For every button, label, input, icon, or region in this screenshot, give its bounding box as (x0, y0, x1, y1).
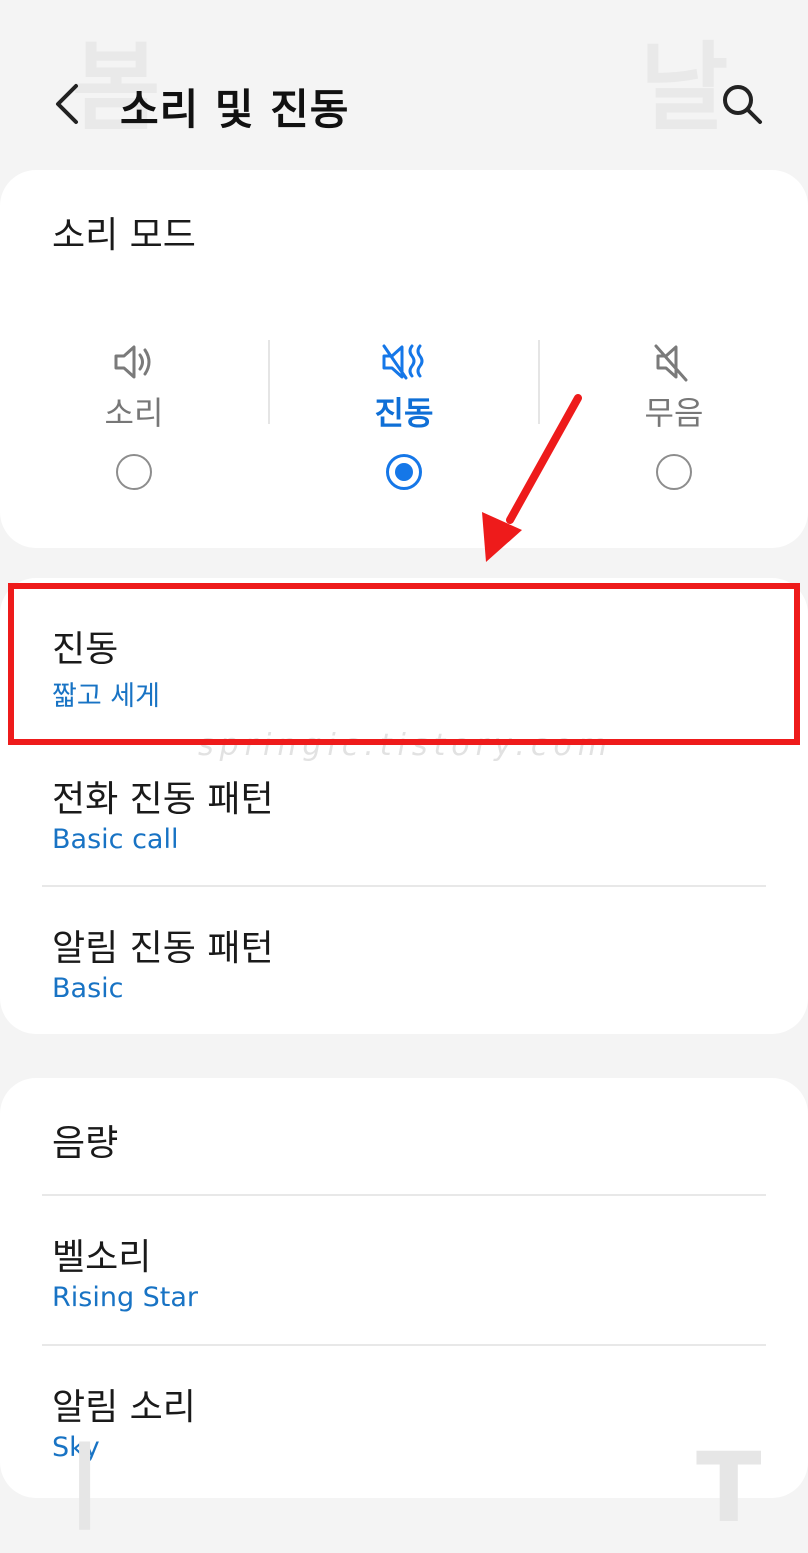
mode-option-sound[interactable]: 소리 (54, 340, 214, 490)
list-item-notification-vibration-pattern[interactable]: 알림 진동 패턴 Basic (0, 887, 808, 1034)
mode-option-mute[interactable]: 무음 (594, 340, 754, 490)
sound-mode-label: 소리 모드 (52, 215, 196, 256)
list-item-volume[interactable]: 음량 (0, 1078, 808, 1194)
item-title: 전화 진동 패턴 (52, 779, 274, 820)
watermark-glyph: ㅣ (40, 1432, 129, 1544)
item-value: Rising Star (52, 1282, 199, 1313)
mode-label: 진동 (374, 394, 434, 432)
highlight-box (8, 583, 800, 745)
item-title: 알림 소리 (52, 1387, 196, 1428)
mute-icon (654, 344, 688, 382)
mode-label: 무음 (644, 394, 704, 432)
item-title: 벨소리 (52, 1237, 152, 1278)
app-header: 소리 및 진동 (0, 60, 808, 150)
chevron-left-icon (56, 84, 78, 124)
sound-mode-card: 소리 모드 소리 진동 무음 (0, 170, 808, 548)
mode-label: 소리 (104, 394, 164, 432)
page-title: 소리 및 진동 (120, 85, 350, 134)
search-button[interactable] (720, 82, 764, 126)
divider (538, 340, 540, 424)
back-button[interactable] (48, 80, 88, 128)
item-value: Basic (52, 973, 124, 1004)
radio-button[interactable] (656, 454, 692, 490)
list-item-ringtone[interactable]: 벨소리 Rising Star (0, 1196, 808, 1344)
watermark-glyph: T (696, 1432, 762, 1544)
mode-option-vibrate[interactable]: 진동 (324, 340, 484, 490)
search-icon (723, 85, 762, 124)
divider (268, 340, 270, 424)
radio-button-selected[interactable] (386, 454, 422, 490)
radio-button[interactable] (116, 454, 152, 490)
item-title: 음량 (52, 1123, 119, 1164)
speaker-icon (114, 345, 151, 379)
item-value: Basic call (52, 824, 179, 855)
vibrate-icon (382, 344, 424, 380)
item-title: 알림 진동 패턴 (52, 928, 274, 969)
